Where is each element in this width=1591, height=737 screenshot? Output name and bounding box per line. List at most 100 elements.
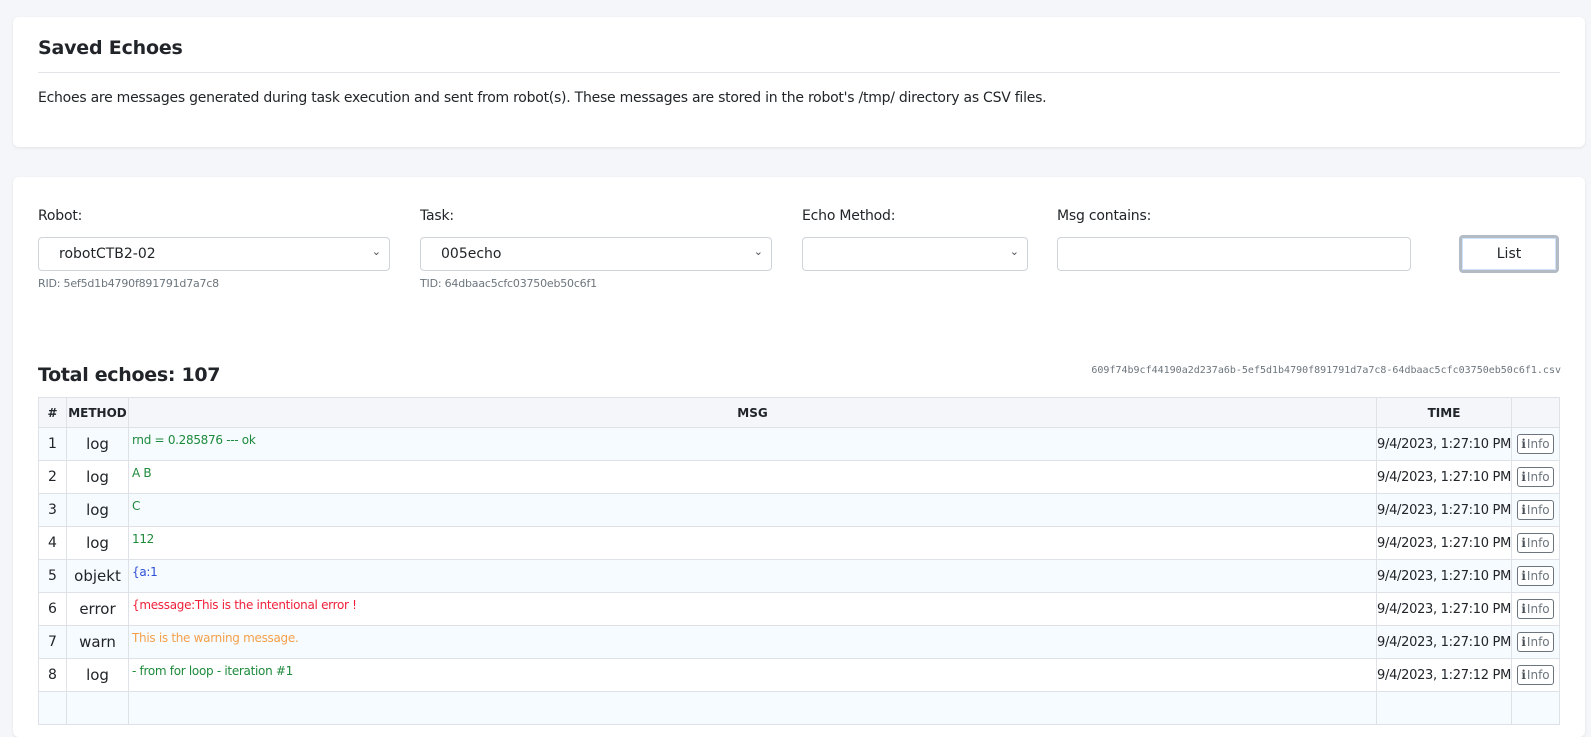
row-actions: iInfo — [1511, 658, 1560, 692]
row-method: error — [66, 592, 129, 626]
info-icon: i — [1521, 635, 1526, 649]
table-row: 5 objekt {a:1 9/4/2023, 1:27:10 PM iInfo — [38, 559, 1560, 593]
info-button[interactable]: iInfo — [1517, 434, 1554, 454]
row-actions: iInfo — [1511, 427, 1560, 461]
row-msg: {a:1 — [127, 559, 1378, 593]
info-button-label: Info — [1526, 569, 1550, 583]
row-actions: iInfo — [1511, 559, 1560, 593]
echo-method-label: Echo Method: — [802, 208, 896, 224]
row-actions: iInfo — [1511, 460, 1560, 494]
row-time: 9/4/2023, 1:27:10 PM — [1376, 460, 1512, 494]
row-actions: iInfo — [1511, 493, 1560, 527]
row-method: log — [66, 493, 129, 527]
info-button-label: Info — [1526, 503, 1550, 517]
column-header-method: METHOD — [66, 397, 129, 428]
table-row: 7 warn This is the warning message. 9/4/202… — [38, 625, 1560, 659]
row-time: 9/4/2023, 1:27:10 PM — [1376, 592, 1512, 626]
msg-contains-label: Msg contains: — [1057, 208, 1152, 224]
table-row: 1 log rnd = 0.285876 --- ok 9/4/2023, 1:27:… — [38, 427, 1560, 461]
row-msg: C — [127, 493, 1378, 527]
table-header-row: # METHOD MSG TIME — [38, 397, 1560, 428]
info-icon: i — [1521, 602, 1526, 616]
info-button[interactable]: iInfo — [1517, 599, 1554, 619]
info-icon: i — [1521, 503, 1526, 517]
row-msg: - from for loop - iteration #1 — [127, 658, 1378, 692]
row-method: warn — [66, 625, 129, 659]
row-number — [38, 691, 67, 725]
info-button-label: Info — [1526, 470, 1550, 484]
task-id: TID: 64dbaac5cfc03750eb50c6f1 — [420, 277, 597, 290]
table-row — [38, 691, 1560, 725]
robot-select-value: robotCTB2-02 — [59, 246, 156, 262]
column-header-msg: MSG — [127, 397, 1378, 428]
row-number: 1 — [38, 427, 67, 461]
row-time: 9/4/2023, 1:27:10 PM — [1376, 526, 1512, 560]
csv-filename: 609f74b9cf44190a2d237a6b-5ef5d1b4790f891… — [1091, 365, 1561, 376]
row-msg: A B — [127, 460, 1378, 494]
intro-card: Saved Echoes Echoes are messages generat… — [13, 17, 1585, 147]
echoes-table: # METHOD MSG TIME 1 log rnd = 0.285876 ---… — [38, 397, 1560, 725]
echo-method-select[interactable]: ⌄ — [802, 237, 1028, 271]
info-button[interactable]: iInfo — [1517, 500, 1554, 520]
robot-label: Robot: — [38, 208, 83, 224]
robot-id: RID: 5ef5d1b4790f891791d7a7c8 — [38, 277, 219, 290]
row-actions — [1511, 691, 1560, 725]
table-row: 2 log A B 9/4/2023, 1:27:10 PM iInfo — [38, 460, 1560, 494]
list-button[interactable]: List — [1459, 235, 1559, 273]
row-time: 9/4/2023, 1:27:12 PM — [1376, 658, 1512, 692]
row-method: log — [66, 658, 129, 692]
chevron-down-icon: ⌄ — [753, 245, 763, 258]
row-method — [66, 691, 129, 725]
table-row: 6 error {message:This is the intentional e… — [38, 592, 1560, 626]
info-button[interactable]: iInfo — [1517, 632, 1554, 652]
row-number: 7 — [38, 625, 67, 659]
info-icon: i — [1521, 437, 1526, 451]
info-icon: i — [1521, 569, 1526, 583]
row-number: 5 — [38, 559, 67, 593]
info-icon: i — [1521, 536, 1526, 550]
task-label: Task: — [420, 208, 454, 224]
row-method: log — [66, 427, 129, 461]
info-icon: i — [1521, 470, 1526, 484]
total-echoes: Total echoes: 107 — [38, 364, 221, 386]
page-description: Echoes are messages generated during tas… — [38, 90, 1047, 106]
row-number: 8 — [38, 658, 67, 692]
row-method: log — [66, 460, 129, 494]
task-select[interactable]: 005echo ⌄ — [420, 237, 772, 271]
title-divider — [38, 72, 1560, 73]
info-button[interactable]: iInfo — [1517, 566, 1554, 586]
chevron-down-icon: ⌄ — [371, 245, 381, 258]
row-number: 6 — [38, 592, 67, 626]
column-header-time: TIME — [1376, 397, 1512, 428]
info-button-label: Info — [1526, 536, 1550, 550]
row-msg: This is the warning message. — [127, 625, 1378, 659]
info-button-label: Info — [1526, 668, 1550, 682]
table-row: 4 log 112 9/4/2023, 1:27:10 PM iInfo — [38, 526, 1560, 560]
row-actions: iInfo — [1511, 592, 1560, 626]
chevron-down-icon: ⌄ — [1009, 245, 1019, 258]
info-button-label: Info — [1526, 635, 1550, 649]
info-button-label: Info — [1526, 437, 1550, 451]
row-number: 4 — [38, 526, 67, 560]
table-row: 3 log C 9/4/2023, 1:27:10 PM iInfo — [38, 493, 1560, 527]
page-title: Saved Echoes — [38, 37, 183, 59]
table-row: 8 log - from for loop - iteration #1 9/4/20… — [38, 658, 1560, 692]
robot-select[interactable]: robotCTB2-02 ⌄ — [38, 237, 390, 271]
row-msg: {message:This is the intentional error ! — [127, 592, 1378, 626]
info-button[interactable]: iInfo — [1517, 533, 1554, 553]
column-header-actions — [1511, 397, 1560, 428]
info-button-label: Info — [1526, 602, 1550, 616]
task-select-value: 005echo — [441, 246, 502, 262]
row-msg: rnd = 0.285876 --- ok — [127, 427, 1378, 461]
row-actions: iInfo — [1511, 526, 1560, 560]
info-button[interactable]: iInfo — [1517, 665, 1554, 685]
row-time: 9/4/2023, 1:27:10 PM — [1376, 625, 1512, 659]
msg-contains-input[interactable] — [1057, 237, 1411, 271]
row-time — [1376, 691, 1512, 725]
row-actions: iInfo — [1511, 625, 1560, 659]
echoes-card: Robot: robotCTB2-02 ⌄ RID: 5ef5d1b4790f8… — [13, 177, 1585, 737]
column-header-num: # — [38, 397, 67, 428]
info-button[interactable]: iInfo — [1517, 467, 1554, 487]
row-method: log — [66, 526, 129, 560]
row-method: objekt — [66, 559, 129, 593]
